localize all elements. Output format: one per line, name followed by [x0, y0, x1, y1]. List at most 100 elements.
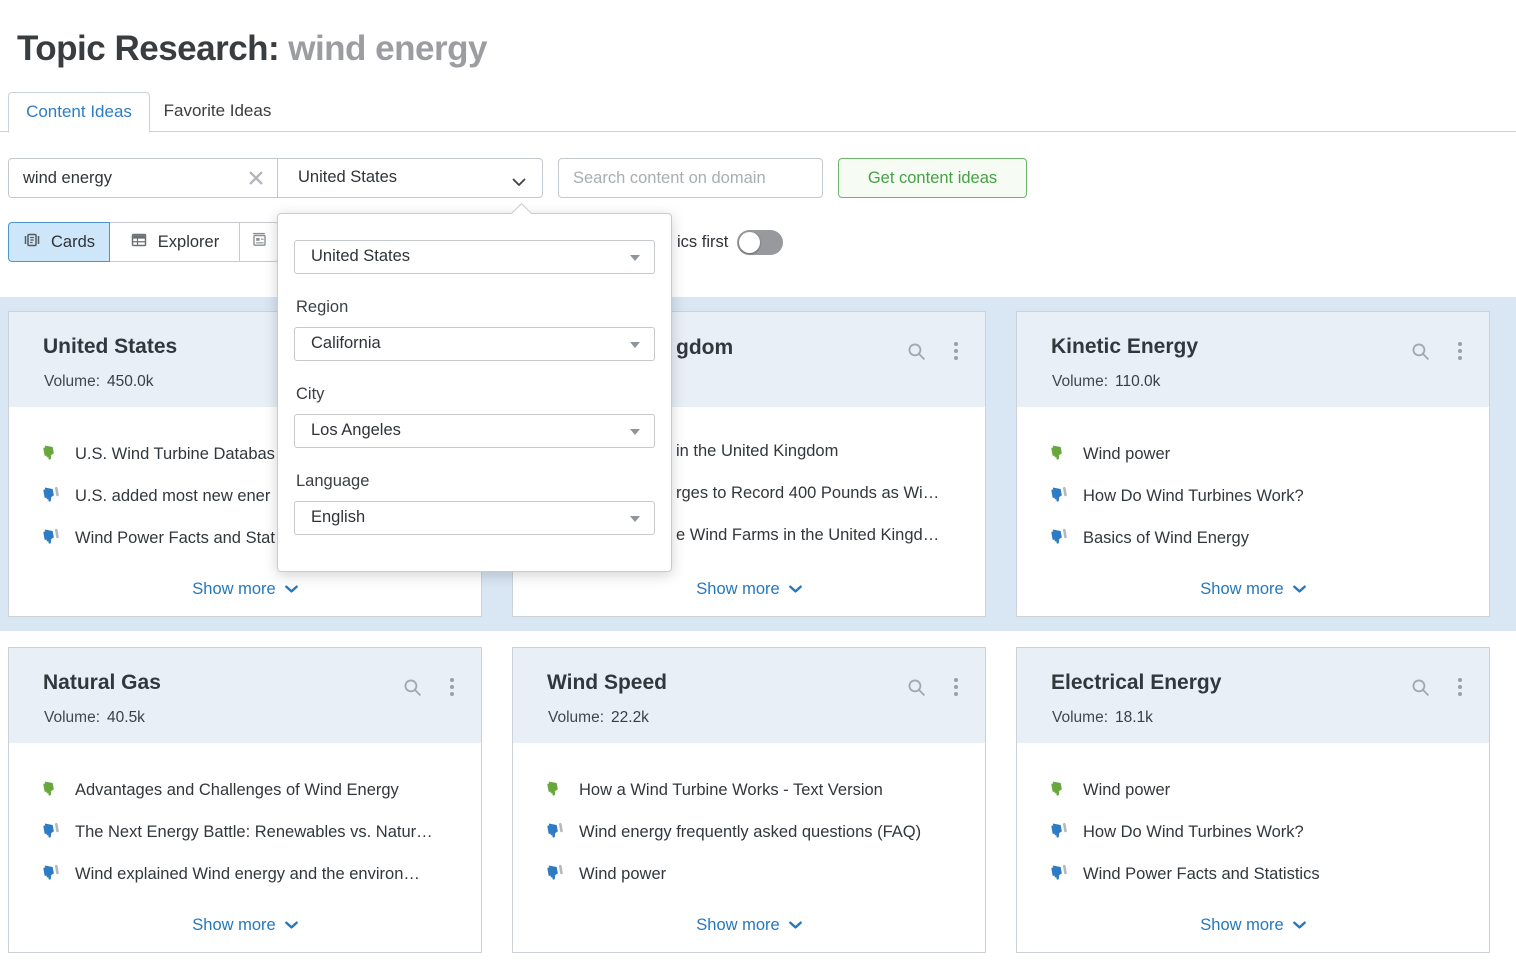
- card-header: Electrical Energy Volume:18.1k: [1017, 648, 1489, 743]
- view-explorer-label: Explorer: [158, 233, 219, 252]
- caret-down-icon: [630, 342, 640, 348]
- show-more-label: Show more: [192, 916, 275, 935]
- region-label: Region: [296, 298, 348, 317]
- language-label: Language: [296, 472, 369, 491]
- show-more-label: Show more: [696, 580, 779, 599]
- city-select[interactable]: Los Angeles: [294, 414, 655, 448]
- show-more-link[interactable]: Show more: [513, 916, 985, 935]
- search-icon[interactable]: [907, 678, 926, 697]
- headline-text: Wind Power Facts and Stat: [75, 529, 275, 548]
- view-toolbar: Cards Explorer: [0, 222, 1516, 262]
- headline-item[interactable]: Wind Power Facts and Statistics: [1051, 862, 1320, 886]
- search-icon[interactable]: [907, 342, 926, 361]
- headline-item[interactable]: Wind explained Wind energy and the envir…: [43, 862, 420, 886]
- search-icon[interactable]: [1411, 342, 1430, 361]
- more-options-icon[interactable]: [953, 677, 959, 697]
- subtopics-first-toggle[interactable]: [737, 230, 783, 255]
- megaphone-green-icon: [1051, 443, 1070, 465]
- headline-item[interactable]: Wind power: [547, 862, 666, 886]
- chevron-down-icon: [789, 916, 802, 935]
- headline-item[interactable]: Advantages and Challenges of Wind Energy: [43, 778, 399, 802]
- headline-item[interactable]: Wind power: [1051, 442, 1170, 466]
- megaphone-green-icon: [1051, 779, 1070, 801]
- show-more-link[interactable]: Show more: [1017, 916, 1489, 935]
- card-title: Natural Gas: [43, 671, 161, 695]
- keyword-location-group: United States: [8, 158, 543, 198]
- megaphone-blue-icon: [547, 863, 566, 885]
- more-options-icon[interactable]: [953, 341, 959, 361]
- headline-text-fragment[interactable]: in the United Kingdom: [676, 442, 838, 461]
- headline-text: The Next Energy Battle: Renewables vs. N…: [75, 823, 433, 842]
- chevron-down-icon: [285, 916, 298, 935]
- headline-item[interactable]: How Do Wind Turbines Work?: [1051, 484, 1304, 508]
- view-overview-button[interactable]: [239, 222, 279, 262]
- topic-card-kinetic-energy: Kinetic Energy Volume:110.0k Wind power …: [1016, 311, 1490, 617]
- headline-text: Wind power: [1083, 781, 1170, 800]
- headline-text: Wind explained Wind energy and the envir…: [75, 865, 420, 884]
- show-more-link[interactable]: Show more: [9, 916, 481, 935]
- headline-item[interactable]: Wind energy frequently asked questions (…: [547, 820, 921, 844]
- card-title: United States: [43, 335, 177, 359]
- headline-item[interactable]: How a Wind Turbine Works - Text Version: [547, 778, 883, 802]
- show-more-label: Show more: [696, 916, 779, 935]
- headline-item[interactable]: U.S. added most new ener: [43, 484, 270, 508]
- headline-item[interactable]: Basics of Wind Energy: [1051, 526, 1249, 550]
- megaphone-blue-icon: [1051, 485, 1070, 507]
- headline-item[interactable]: Wind Power Facts and Stat: [43, 526, 275, 550]
- search-icon[interactable]: [1411, 678, 1430, 697]
- language-select[interactable]: English: [294, 501, 655, 535]
- volume-value: 450.0k: [107, 373, 154, 390]
- view-cards-button[interactable]: Cards: [8, 222, 110, 262]
- tab-favorite-ideas[interactable]: Favorite Ideas: [155, 92, 280, 130]
- caret-down-icon: [630, 429, 640, 435]
- headline-text: How Do Wind Turbines Work?: [1083, 823, 1304, 842]
- explorer-table-icon: [130, 231, 148, 254]
- volume-label: Volume:: [1052, 709, 1108, 726]
- keyword-input[interactable]: [9, 159, 277, 197]
- more-options-icon[interactable]: [449, 677, 455, 697]
- show-more-link[interactable]: Show more: [513, 580, 985, 599]
- headline-item[interactable]: U.S. Wind Turbine Databas: [43, 442, 275, 466]
- chevron-down-icon: [1293, 916, 1306, 935]
- clear-keyword-icon[interactable]: [249, 171, 263, 185]
- headline-text-fragment[interactable]: e Wind Farms in the United Kingd…: [676, 526, 939, 545]
- volume-value: 22.2k: [611, 709, 649, 726]
- volume-label: Volume:: [44, 709, 100, 726]
- search-icon[interactable]: [403, 678, 422, 697]
- card-header-actions: [907, 677, 959, 697]
- location-select[interactable]: United States: [278, 159, 542, 197]
- show-more-link[interactable]: Show more: [1017, 580, 1489, 599]
- get-content-ideas-button[interactable]: Get content ideas: [838, 158, 1027, 198]
- chevron-down-icon: [285, 580, 298, 599]
- card-volume: Volume:22.2k: [548, 709, 649, 727]
- domain-search-input[interactable]: [558, 158, 823, 198]
- view-cards-label: Cards: [51, 233, 95, 252]
- view-explorer-button[interactable]: Explorer: [109, 222, 240, 262]
- country-select[interactable]: United States: [294, 240, 655, 274]
- show-more-link[interactable]: Show more: [9, 580, 481, 599]
- headline-item[interactable]: How Do Wind Turbines Work?: [1051, 820, 1304, 844]
- megaphone-green-icon: [43, 779, 62, 801]
- card-volume: Volume: 18.1k: [1052, 709, 1153, 727]
- headline-item[interactable]: Wind power: [1051, 778, 1170, 802]
- card-header-actions: [907, 341, 959, 361]
- megaphone-blue-icon: [1051, 527, 1070, 549]
- card-title-visible-fragment: gdom: [676, 336, 733, 360]
- headline-text: U.S. added most new ener: [75, 487, 270, 506]
- headline-text-fragment[interactable]: rges to Record 400 Pounds as Wi…: [676, 484, 939, 503]
- region-select[interactable]: California: [294, 327, 655, 361]
- search-row: United States Get content ideas: [0, 158, 1516, 198]
- chevron-down-icon: [1293, 580, 1306, 599]
- headline-item[interactable]: The Next Energy Battle: Renewables vs. N…: [43, 820, 433, 844]
- location-select-value: United States: [298, 168, 397, 187]
- overview-article-icon: [250, 231, 268, 254]
- headline-text: Wind power: [579, 865, 666, 884]
- headline-text: Wind Power Facts and Statistics: [1083, 865, 1320, 884]
- more-options-icon[interactable]: [1457, 677, 1463, 697]
- headline-text: How Do Wind Turbines Work?: [1083, 487, 1304, 506]
- card-volume: Volume:110.0k: [1052, 373, 1160, 391]
- tab-content-ideas[interactable]: Content Ideas: [8, 92, 150, 133]
- volume-value: 18.1k: [1115, 709, 1153, 726]
- more-options-icon[interactable]: [1457, 341, 1463, 361]
- show-more-label: Show more: [1200, 580, 1283, 599]
